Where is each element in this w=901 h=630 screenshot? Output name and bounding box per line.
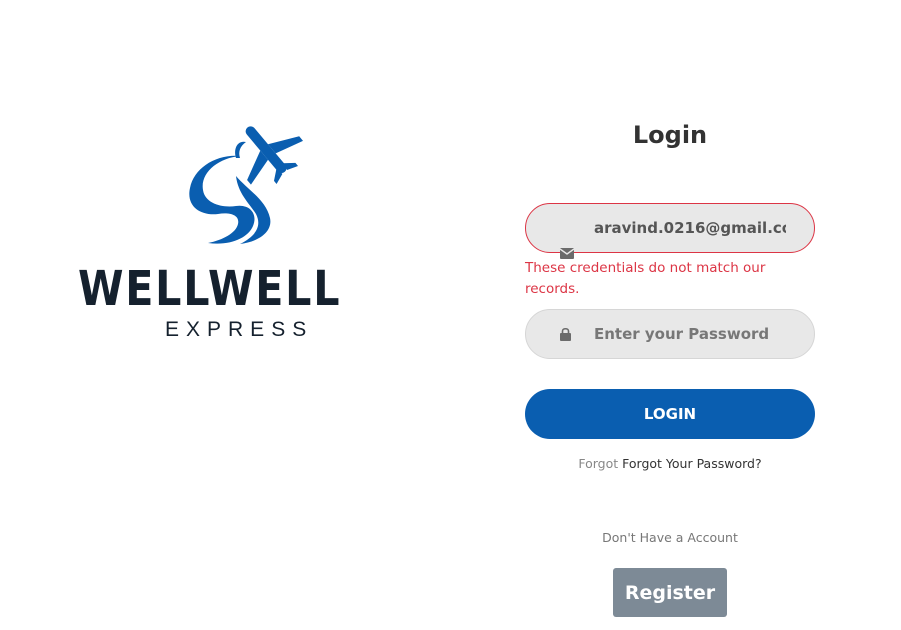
logo-tagline: EXPRESS bbox=[165, 318, 314, 341]
password-input[interactable] bbox=[594, 310, 786, 358]
email-input[interactable] bbox=[594, 204, 786, 252]
page-title: Login bbox=[632, 121, 708, 149]
password-field[interactable] bbox=[525, 309, 815, 359]
forgot-prefix: Forgot bbox=[578, 456, 623, 471]
login-button[interactable]: LOGIN bbox=[525, 389, 815, 439]
email-field[interactable] bbox=[525, 203, 815, 259]
logo-wordmark: WELLWELL bbox=[78, 261, 342, 317]
company-logo: WELLWELL EXPRESS bbox=[78, 118, 400, 344]
login-page: WELLWELL EXPRESS Login These credentials… bbox=[0, 0, 901, 630]
register-button[interactable]: Register bbox=[613, 568, 727, 617]
forgot-password-row: Forgot Forgot Your Password? bbox=[525, 454, 815, 474]
lock-icon bbox=[560, 326, 571, 345]
no-account-text: Don't Have a Account bbox=[602, 530, 738, 545]
airplane-swoosh-logo-icon bbox=[189, 126, 303, 244]
forgot-password-link[interactable]: Forgot Your Password? bbox=[622, 456, 761, 471]
error-message: These credentials do not match our recor… bbox=[525, 260, 766, 297]
